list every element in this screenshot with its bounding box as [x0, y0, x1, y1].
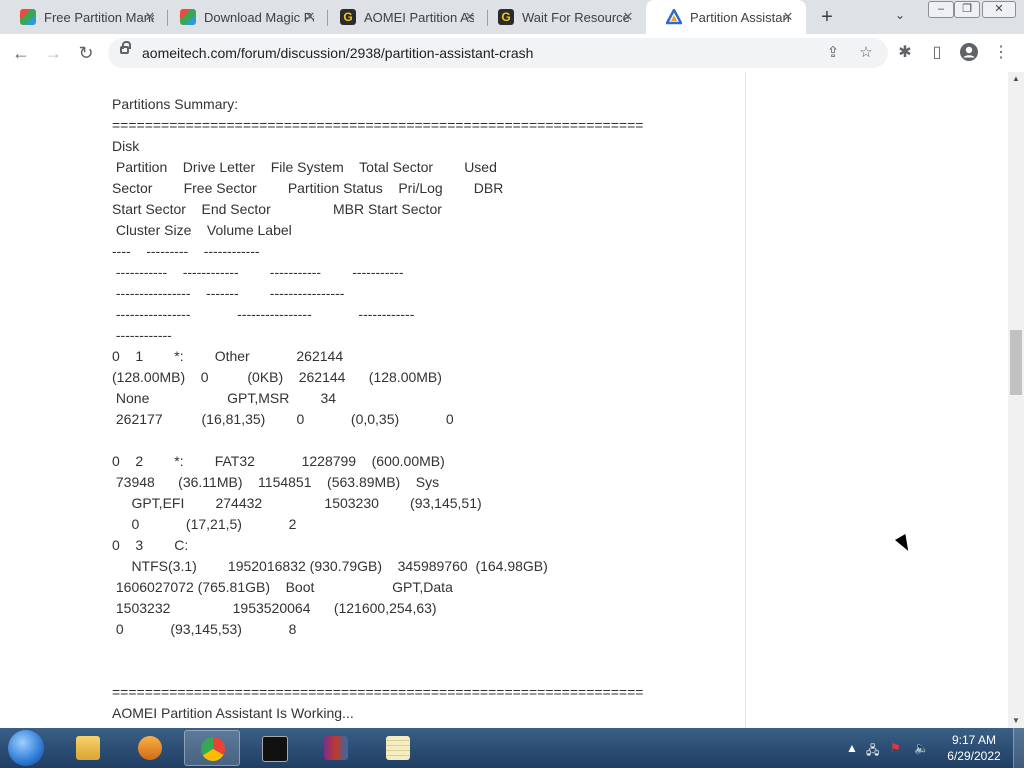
tab-download-magic-partition[interactable]: Download Magic Pa ✕ — [160, 0, 328, 34]
magic-partition-icon — [20, 9, 36, 25]
post-text-line: Start Sector End Sector MBR Start Sector — [112, 201, 442, 217]
post-text-line: 1606027072 (765.81GB) Boot GPT,Data — [112, 579, 453, 595]
post-text-line: ========================================… — [112, 684, 644, 700]
action-center-icon[interactable]: ⚑ — [890, 741, 901, 755]
post-text-line: NTFS(3.1) 1952016832 (930.79GB) 34598976… — [112, 558, 548, 574]
media-player-icon — [138, 736, 162, 760]
post-text-line — [112, 640, 732, 661]
back-button[interactable]: ← — [10, 42, 32, 64]
volume-icon[interactable]: 🔈 — [914, 741, 929, 755]
extensions-puzzle-icon[interactable]: ✱ — [894, 42, 916, 64]
post-text-line: 1503232 1953520064 (121600,254,63) — [112, 600, 437, 616]
chrome-icon — [201, 737, 225, 761]
restore-button[interactable]: ❐ — [954, 1, 980, 18]
post-text-line: 73948 (36.11MB) 1154851 (563.89MB) Sys — [112, 474, 440, 490]
close-icon[interactable]: ✕ — [462, 9, 478, 25]
close-icon[interactable]: ✕ — [780, 9, 796, 25]
browser-toolbar: ← → ↻ aomeitech.com/forum/discussion/293… — [0, 34, 1024, 73]
folder-icon — [76, 736, 100, 760]
post-text-line: (128.00MB) 0 (0KB) 262144 (128.00MB) — [112, 369, 442, 385]
scroll-down-icon[interactable]: ▼ — [1012, 716, 1020, 725]
scrollbar-thumb[interactable] — [1010, 330, 1022, 395]
post-text-line: Cluster Size Volume Label — [112, 222, 292, 238]
more-menu-icon[interactable]: ⋮ — [990, 42, 1012, 64]
reload-button[interactable]: ↻ — [75, 42, 97, 64]
scroll-up-icon[interactable]: ▲ — [1012, 74, 1020, 83]
taskbar-chrome[interactable] — [184, 730, 240, 766]
clock-date: 6/29/2022 — [947, 749, 1001, 763]
profile-avatar-icon[interactable] — [958, 42, 980, 64]
page-content: Partitions Summary: =====================… — [0, 72, 1008, 728]
post-text-line: ---------------- ------- ---------------… — [112, 285, 345, 301]
post-text-line: Disk — [112, 138, 140, 154]
tab-partition-assistant-active[interactable]: Partition Assistant ✕ — [646, 0, 806, 34]
post-text-line: ------------ — [112, 327, 172, 343]
forum-post-body: Partitions Summary: =====================… — [112, 94, 732, 724]
bookmark-star-icon[interactable]: ☆ — [857, 44, 875, 62]
post-text-line — [112, 430, 732, 451]
taskbar-media-player[interactable] — [122, 730, 178, 766]
new-tab-button[interactable]: + — [816, 6, 838, 28]
forward-button[interactable]: → — [42, 42, 64, 64]
close-icon[interactable]: ✕ — [620, 9, 636, 25]
taskbar-notepad[interactable] — [370, 730, 426, 766]
post-text-line: 0 (17,21,5) 2 — [112, 516, 297, 532]
mouse-cursor-icon — [895, 534, 914, 554]
taskbar-command-prompt[interactable] — [246, 730, 302, 766]
address-bar[interactable]: aomeitech.com/forum/discussion/2938/part… — [108, 38, 888, 68]
aomei-logo-icon — [664, 7, 684, 25]
post-text-line: 262177 (16,81,35) 0 (0,0,35) 0 — [112, 411, 454, 427]
windows-taskbar: ▲ 🖧 ⚑ 🔈 9:17 AM 6/29/2022 — [0, 728, 1024, 768]
post-text-line: ---- --------- ------------ — [112, 243, 260, 259]
tab-title: Download Magic Pa — [204, 9, 314, 25]
show-hidden-icons-icon[interactable]: ▲ — [846, 741, 858, 755]
tab-title: Free Partition Mana — [44, 9, 154, 25]
post-text-line: GPT,EFI 274432 1503230 (93,145,51) — [112, 495, 482, 511]
start-button[interactable] — [8, 730, 44, 766]
tab-aomei-partition-assistant[interactable]: G AOMEI Partition As ✕ — [320, 0, 488, 34]
post-text-line — [112, 661, 732, 682]
side-panel-icon[interactable]: ▯ — [926, 42, 948, 64]
system-clock[interactable]: 9:17 AM 6/29/2022 — [944, 732, 1004, 764]
tab-search-chevron-down-icon[interactable]: ⌄ — [895, 8, 905, 22]
winrar-icon — [324, 736, 348, 760]
post-text-line: 0 1 *: Other 262144 — [112, 348, 344, 364]
close-icon[interactable]: ✕ — [302, 9, 318, 25]
post-text-line: ========================================… — [112, 117, 644, 133]
close-window-button[interactable]: ✕ — [982, 1, 1016, 18]
show-desktop-button[interactable] — [1013, 728, 1024, 768]
tab-title: AOMEI Partition As — [364, 9, 474, 25]
taskbar-winrar[interactable] — [308, 730, 364, 766]
post-text-line: ----------- ------------ ----------- ---… — [112, 264, 404, 280]
post-text-line: Sector Free Sector Partition Status Pri/… — [112, 180, 504, 196]
minimize-button[interactable]: – — [928, 1, 954, 18]
post-text-line: 0 (93,145,53) 8 — [112, 621, 297, 637]
post-text-line: None GPT,MSR 34 — [112, 390, 337, 406]
close-icon[interactable]: ✕ — [142, 9, 158, 25]
share-icon[interactable]: ⇪ — [824, 44, 842, 62]
post-text-line: ---------------- ---------------- ------… — [112, 306, 415, 322]
url-text: aomeitech.com/forum/discussion/2938/part… — [142, 45, 534, 61]
tab-free-partition-manager[interactable]: Free Partition Mana ✕ — [0, 0, 168, 34]
terminal-icon — [262, 736, 288, 762]
sidebar-divider — [745, 72, 746, 728]
post-text-line: 0 2 *: FAT32 1228799 (600.00MB) — [112, 453, 445, 469]
clock-time: 9:17 AM — [951, 733, 997, 747]
tab-title: Partition Assistant — [690, 9, 790, 25]
post-text-line: 0 3 C: — [112, 537, 189, 553]
network-icon[interactable]: 🖧 — [866, 741, 879, 762]
vertical-scrollbar[interactable]: ▲ ▼ — [1008, 72, 1024, 728]
tab-strip: Free Partition Mana ✕ Download Magic Pa … — [0, 0, 1024, 34]
lock-icon[interactable] — [120, 41, 131, 54]
post-text-line: Partitions Summary: — [112, 96, 239, 112]
post-text-line: AOMEI Partition Assistant Is Working... — [112, 705, 354, 721]
post-text-line: Partition Drive Letter File System Total… — [112, 159, 497, 175]
tab-wait-for-resource[interactable]: G Wait For Resource ✕ — [478, 0, 646, 34]
notepad-icon — [386, 736, 410, 760]
tab-title: Wait For Resource — [522, 9, 630, 25]
g-logo-icon: G — [340, 9, 356, 25]
g-logo-icon: G — [498, 9, 514, 25]
magic-partition-icon — [180, 9, 196, 25]
taskbar-file-explorer[interactable] — [60, 730, 116, 766]
